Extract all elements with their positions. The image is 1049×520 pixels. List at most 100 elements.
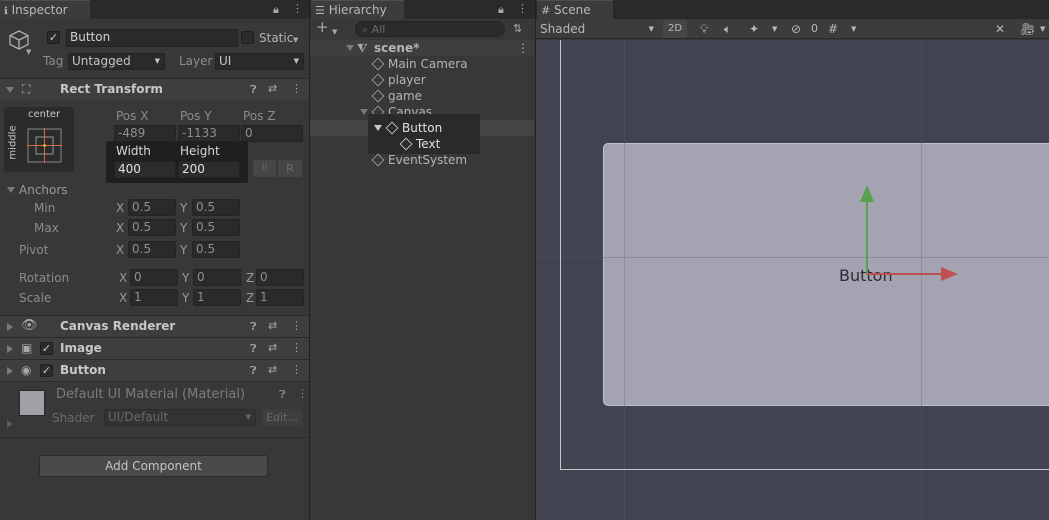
tag-dropdown[interactable]: Untagged ▼: [68, 53, 165, 70]
rotation-z-field[interactable]: 0: [256, 269, 304, 286]
inspector-tab-label: Inspector: [11, 3, 68, 17]
pivot-x-field[interactable]: 0.5: [128, 241, 176, 258]
scene-tab[interactable]: # Scene: [537, 0, 613, 19]
hierarchy-item-text[interactable]: Text: [310, 136, 534, 152]
x-axis-arrow-icon[interactable]: [941, 267, 958, 281]
sort-icon[interactable]: ⇅: [513, 23, 522, 35]
button-enabled-checkbox[interactable]: ✓: [40, 364, 53, 377]
chevron-down-icon[interactable]: ▼: [332, 26, 337, 38]
image-enabled-checkbox[interactable]: ✓: [40, 342, 53, 355]
layer-dropdown[interactable]: UI ▼: [215, 53, 304, 70]
help-icon[interactable]: ❓︎: [279, 389, 286, 401]
presets-icon[interactable]: ⇄: [268, 364, 277, 376]
hierarchy-item-player[interactable]: player: [310, 72, 534, 88]
more-menu-icon[interactable]: ⋮: [517, 3, 528, 15]
material-swatch[interactable]: [19, 390, 45, 416]
rotation-y-field[interactable]: 0: [193, 269, 241, 286]
material-name: Default UI Material (Material): [56, 387, 246, 402]
static-checkbox[interactable]: [241, 31, 254, 44]
anchor-max-y-field[interactable]: 0.5: [192, 219, 240, 236]
add-component-button[interactable]: Add Component: [39, 455, 268, 477]
pivot-y-field[interactable]: 0.5: [192, 241, 240, 258]
audio-icon[interactable]: 🔈︎: [724, 20, 740, 38]
hierarchy-item-main-camera[interactable]: Main Camera: [310, 56, 534, 72]
tools-icon[interactable]: ✕: [995, 20, 1011, 38]
add-icon[interactable]: +: [316, 20, 329, 35]
more-menu-icon[interactable]: ⋮: [291, 83, 302, 95]
help-icon[interactable]: ❓︎: [250, 343, 257, 355]
lock-icon[interactable]: 🔒︎: [498, 4, 504, 16]
scene-row[interactable]: ⧨ scene* ⋮: [310, 40, 534, 56]
pos-x-field[interactable]: -489: [114, 125, 176, 142]
height-field[interactable]: 200: [178, 161, 240, 178]
max-x-axis-label: X: [116, 221, 125, 235]
button-component-header[interactable]: ◉ ✓ Button ❓︎ ⇄ ⋮: [0, 359, 309, 381]
grid-toggle-icon[interactable]: #: [828, 20, 844, 38]
hierarchy-item-label: Main Camera: [388, 57, 468, 71]
help-icon[interactable]: ❓︎: [250, 365, 257, 377]
scene-viewport[interactable]: Button: [536, 40, 1049, 520]
hierarchy-search-input[interactable]: ⌕ All: [355, 21, 505, 37]
blueprint-mode-button[interactable]: ⠿: [253, 160, 276, 177]
presets-icon[interactable]: ⇄: [268, 320, 277, 332]
canvas-renderer-header[interactable]: 👁︎ Canvas Renderer ❓︎ ⇄ ⋮: [0, 315, 309, 337]
more-menu-icon[interactable]: ⋮: [291, 364, 302, 376]
foldout-arrow-icon[interactable]: [7, 420, 13, 428]
shading-mode-dropdown[interactable]: Shaded ▼: [540, 20, 656, 38]
rect-transform-header[interactable]: ⛶ Rect Transform ❓︎ ⇄ ⋮: [0, 78, 309, 100]
camera-icon[interactable]: 🎥︎: [1020, 20, 1038, 38]
anchor-presets-button[interactable]: center middle: [4, 107, 74, 172]
chevron-down-icon[interactable]: ▼: [293, 34, 298, 46]
ui-button-rect[interactable]: [603, 143, 1049, 406]
lock-icon[interactable]: 🔒︎: [273, 4, 279, 16]
chevron-down-icon[interactable]: ▼: [26, 46, 31, 58]
presets-icon[interactable]: ⇄: [268, 83, 277, 95]
hidden-count: 0: [811, 22, 818, 35]
static-label[interactable]: Static: [259, 31, 293, 45]
more-menu-icon[interactable]: ⋮: [291, 342, 302, 354]
anchor-min-x-field[interactable]: 0.5: [128, 199, 176, 216]
anchors-foldout-icon[interactable]: [7, 187, 15, 193]
image-icon: ▣: [21, 341, 33, 355]
help-icon[interactable]: ❓︎: [250, 84, 257, 96]
hierarchy-item-button-selected[interactable]: Button: [310, 114, 534, 154]
2d-toggle-button[interactable]: 2D: [663, 20, 687, 38]
chevron-down-icon[interactable]: ▼: [851, 20, 861, 38]
pos-z-field[interactable]: 0: [241, 125, 303, 142]
scene-name: scene*: [374, 41, 420, 55]
object-name-field[interactable]: Button: [66, 29, 238, 47]
hierarchy-item-eventsystem[interactable]: EventSystem: [310, 152, 534, 168]
height-label: Height: [180, 144, 220, 158]
more-menu-icon[interactable]: ⋮: [297, 388, 308, 400]
shader-dropdown[interactable]: UI/Default ▼: [104, 409, 256, 426]
effects-icon[interactable]: ✦: [749, 20, 765, 38]
edit-shader-button[interactable]: Edit...: [262, 409, 302, 426]
hierarchy-item-label: Text: [416, 137, 441, 151]
chevron-down-icon[interactable]: ▼: [1040, 20, 1049, 38]
width-field[interactable]: 400: [114, 161, 176, 178]
more-menu-icon[interactable]: ⋮: [517, 40, 529, 56]
raw-edit-button[interactable]: R: [278, 160, 302, 177]
inspector-tab[interactable]: ℹ Inspector: [0, 0, 90, 19]
hierarchy-tab[interactable]: ☰ Hierarchy: [311, 0, 404, 19]
presets-icon[interactable]: ⇄: [268, 342, 277, 354]
lighting-icon[interactable]: 💡︎: [700, 20, 716, 38]
more-menu-icon[interactable]: ⋮: [292, 3, 303, 15]
chevron-down-icon[interactable]: ▼: [772, 20, 782, 38]
button-component-icon: ◉: [21, 363, 32, 377]
active-checkbox[interactable]: ✓: [47, 31, 60, 44]
help-icon[interactable]: ❓︎: [250, 321, 257, 333]
hidden-objects-icon[interactable]: ⊘: [791, 20, 809, 38]
anchor-max-x-field[interactable]: 0.5: [128, 219, 176, 236]
hierarchy-item-game[interactable]: game: [310, 88, 534, 104]
scale-y-field[interactable]: 1: [193, 289, 241, 306]
image-header[interactable]: ▣ ✓ Image ❓︎ ⇄ ⋮: [0, 337, 309, 359]
anchor-min-y-field[interactable]: 0.5: [192, 199, 240, 216]
scale-z-field[interactable]: 1: [256, 289, 304, 306]
scale-x-field[interactable]: 1: [130, 289, 178, 306]
more-menu-icon[interactable]: ⋮: [291, 320, 302, 332]
gameobject-icon: [399, 137, 413, 151]
rotation-x-field[interactable]: 0: [130, 269, 178, 286]
y-axis-arrow-icon[interactable]: [860, 185, 874, 202]
pos-y-field[interactable]: -1133: [178, 125, 240, 142]
